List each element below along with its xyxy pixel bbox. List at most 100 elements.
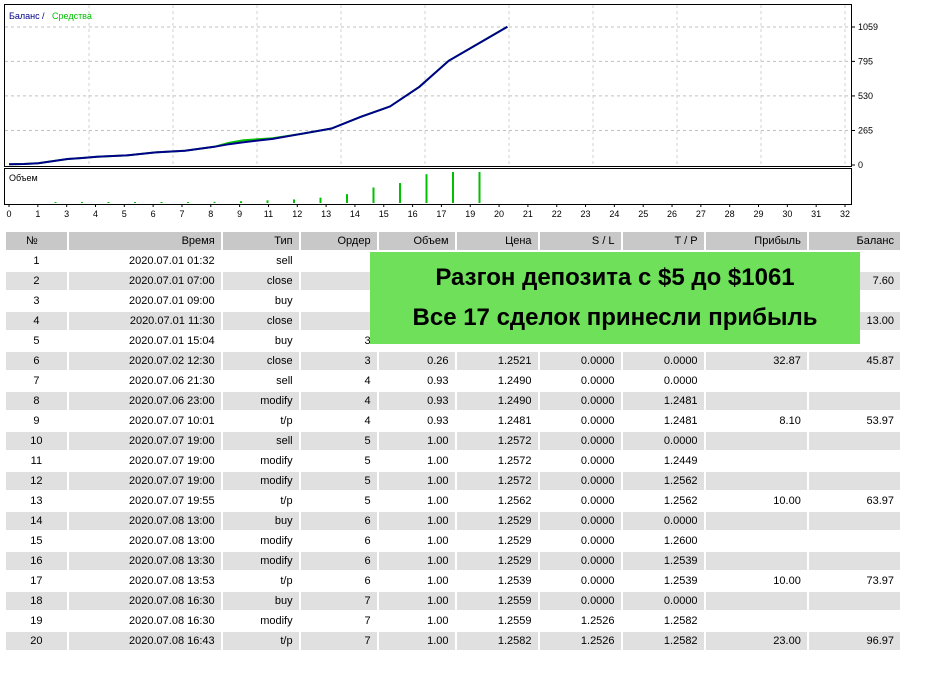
cell-profit bbox=[705, 512, 807, 530]
cell-price: 1.2559 bbox=[456, 612, 538, 630]
cell-balance: 96.97 bbox=[808, 632, 900, 650]
cell-time: 2020.07.07 19:55 bbox=[68, 492, 221, 510]
cell-time: 2020.07.02 12:30 bbox=[68, 352, 221, 370]
cell-tp: 1.2539 bbox=[622, 552, 704, 570]
cell-profit: 23.00 bbox=[705, 632, 807, 650]
cell-number: 9 bbox=[6, 412, 67, 430]
cell-order: 6 bbox=[300, 532, 377, 550]
cell-sl: 1.2526 bbox=[539, 632, 621, 650]
cell-type: t/p bbox=[222, 632, 299, 650]
cell-number: 12 bbox=[6, 472, 67, 490]
cell-order bbox=[300, 252, 377, 270]
y-tick-label: 1059 bbox=[858, 22, 878, 32]
table-row: 12 2020.07.07 19:00 modify 5 1.00 1.2572 0.000… bbox=[6, 472, 900, 490]
cell-price: 1.2572 bbox=[456, 432, 538, 450]
cell-tp: 1.2562 bbox=[622, 492, 704, 510]
cell-time: 2020.07.01 09:00 bbox=[68, 292, 221, 310]
cell-price: 1.2562 bbox=[456, 492, 538, 510]
x-tick-label: 12 bbox=[292, 209, 302, 219]
cell-order: 5 bbox=[300, 492, 377, 510]
cell-balance: 53.97 bbox=[808, 412, 900, 430]
cell-time: 2020.07.06 23:00 bbox=[68, 392, 221, 410]
cell-balance: 73.97 bbox=[808, 572, 900, 590]
cell-order bbox=[300, 312, 377, 330]
cell-balance bbox=[808, 512, 900, 530]
cell-volume: 1.00 bbox=[378, 512, 455, 530]
col-header-order: Ордер bbox=[300, 232, 377, 250]
cell-profit bbox=[705, 612, 807, 630]
cell-type: modify bbox=[222, 552, 299, 570]
x-tick-label: 22 bbox=[552, 209, 562, 219]
x-tick-label: 30 bbox=[782, 209, 792, 219]
cell-type: sell bbox=[222, 252, 299, 270]
cell-volume: 0.26 bbox=[378, 352, 455, 370]
x-tick-label: 17 bbox=[436, 209, 446, 219]
volume-plot-frame bbox=[4, 168, 852, 205]
table-row: 20 2020.07.08 16:43 t/p 7 1.00 1.2582 1.2526 1.… bbox=[6, 632, 900, 650]
cell-order: 7 bbox=[300, 632, 377, 650]
cell-price: 1.2539 bbox=[456, 572, 538, 590]
cell-order bbox=[300, 292, 377, 310]
table-row: 18 2020.07.08 16:30 buy 7 1.00 1.2559 0.0000 0.… bbox=[6, 592, 900, 610]
cell-order: 4 bbox=[300, 412, 377, 430]
cell-sl: 0.0000 bbox=[539, 572, 621, 590]
y-tick-label: 0 bbox=[858, 160, 863, 170]
legend-balance: Баланс bbox=[9, 11, 40, 21]
cell-sl: 0.0000 bbox=[539, 472, 621, 490]
cell-number: 13 bbox=[6, 492, 67, 510]
x-tick-label: 29 bbox=[754, 209, 764, 219]
col-header-volume: Объем bbox=[378, 232, 455, 250]
cell-number: 5 bbox=[6, 332, 67, 350]
cell-price: 1.2521 bbox=[456, 352, 538, 370]
cell-volume: 1.00 bbox=[378, 612, 455, 630]
x-tick-label: 21 bbox=[523, 209, 533, 219]
cell-order: 3 bbox=[300, 332, 377, 350]
cell-sl: 0.0000 bbox=[539, 452, 621, 470]
x-tick-label: 14 bbox=[350, 209, 360, 219]
cell-type: buy bbox=[222, 592, 299, 610]
cell-type: modify bbox=[222, 612, 299, 630]
cell-order: 7 bbox=[300, 592, 377, 610]
cell-type: modify bbox=[222, 392, 299, 410]
cell-volume: 1.00 bbox=[378, 532, 455, 550]
cell-sl: 0.0000 bbox=[539, 352, 621, 370]
promo-banner: Разгон депозита с $5 до $1061 Все 17 сде… bbox=[370, 252, 860, 344]
table-row: 10 2020.07.07 19:00 sell 5 1.00 1.2572 0.0000 0… bbox=[6, 432, 900, 450]
cell-order: 5 bbox=[300, 452, 377, 470]
cell-number: 17 bbox=[6, 572, 67, 590]
cell-type: modify bbox=[222, 532, 299, 550]
cell-sl: 0.0000 bbox=[539, 432, 621, 450]
cell-sl: 0.0000 bbox=[539, 552, 621, 570]
cell-volume: 1.00 bbox=[378, 492, 455, 510]
table-row: 14 2020.07.08 13:00 buy 6 1.00 1.2529 0.0000 0.… bbox=[6, 512, 900, 530]
cell-balance bbox=[808, 532, 900, 550]
x-tick-label: 27 bbox=[696, 209, 706, 219]
cell-profit: 32.87 bbox=[705, 352, 807, 370]
col-header-profit: Прибыль bbox=[705, 232, 807, 250]
cell-price: 1.2490 bbox=[456, 392, 538, 410]
cell-type: sell bbox=[222, 372, 299, 390]
cell-order: 4 bbox=[300, 372, 377, 390]
cell-number: 4 bbox=[6, 312, 67, 330]
x-tick-label: 16 bbox=[408, 209, 418, 219]
cell-type: t/p bbox=[222, 412, 299, 430]
cell-tp: 0.0000 bbox=[622, 352, 704, 370]
cell-time: 2020.07.08 16:30 bbox=[68, 592, 221, 610]
y-tick-label: 265 bbox=[858, 125, 873, 135]
cell-price: 1.2582 bbox=[456, 632, 538, 650]
cell-time: 2020.07.08 16:43 bbox=[68, 632, 221, 650]
cell-price: 1.2481 bbox=[456, 412, 538, 430]
cell-volume: 1.00 bbox=[378, 472, 455, 490]
cell-type: close bbox=[222, 352, 299, 370]
cell-profit bbox=[705, 372, 807, 390]
cell-time: 2020.07.01 11:30 bbox=[68, 312, 221, 330]
cell-price: 1.2572 bbox=[456, 472, 538, 490]
cell-tp: 1.2449 bbox=[622, 452, 704, 470]
cell-volume: 0.93 bbox=[378, 372, 455, 390]
x-tick-label: 8 bbox=[208, 209, 213, 219]
x-tick-label: 19 bbox=[465, 209, 475, 219]
cell-type: sell bbox=[222, 432, 299, 450]
cell-sl: 0.0000 bbox=[539, 412, 621, 430]
legend-equity: Средства bbox=[52, 11, 92, 21]
cell-type: buy bbox=[222, 332, 299, 350]
